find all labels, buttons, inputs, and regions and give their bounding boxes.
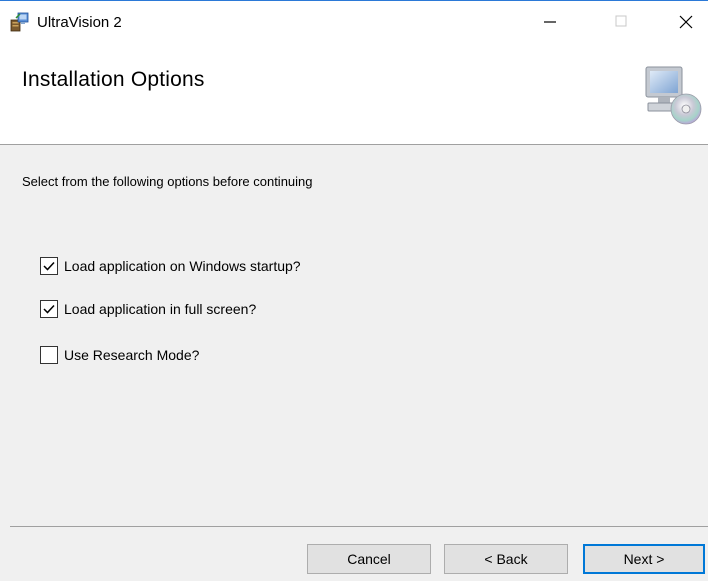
wizard-header: Installation Options	[0, 41, 708, 145]
checkmark-icon	[43, 261, 55, 271]
maximize-icon	[615, 15, 627, 27]
next-button[interactable]: Next >	[583, 544, 705, 574]
close-button[interactable]	[662, 1, 708, 41]
title-bar[interactable]: UltraVision 2	[0, 1, 708, 41]
installer-window: UltraVision 2 Installation Options Selec…	[0, 0, 708, 581]
installer-icon	[10, 12, 30, 32]
startup-checkbox[interactable]	[40, 257, 58, 275]
maximize-button[interactable]	[598, 1, 644, 41]
computer-cd-icon	[642, 63, 704, 125]
minimize-button[interactable]	[527, 1, 573, 41]
footer-divider	[10, 526, 708, 527]
research-mode-checkbox[interactable]	[40, 346, 58, 364]
back-button[interactable]: < Back	[444, 544, 568, 574]
window-title: UltraVision 2	[37, 14, 122, 31]
close-icon	[679, 15, 693, 29]
fullscreen-checkbox[interactable]	[40, 300, 58, 318]
option-label: Use Research Mode?	[64, 347, 200, 363]
option-startup[interactable]: Load application on Windows startup?	[40, 256, 301, 276]
page-title: Installation Options	[22, 68, 205, 91]
option-fullscreen[interactable]: Load application in full screen?	[40, 299, 256, 319]
checkmark-icon	[43, 304, 55, 314]
option-research-mode[interactable]: Use Research Mode?	[40, 345, 199, 365]
cancel-button[interactable]: Cancel	[307, 544, 431, 574]
instruction-text: Select from the following options before…	[22, 174, 313, 189]
option-label: Load application on Windows startup?	[64, 258, 301, 274]
option-label: Load application in full screen?	[64, 301, 257, 317]
minimize-icon	[544, 21, 556, 23]
